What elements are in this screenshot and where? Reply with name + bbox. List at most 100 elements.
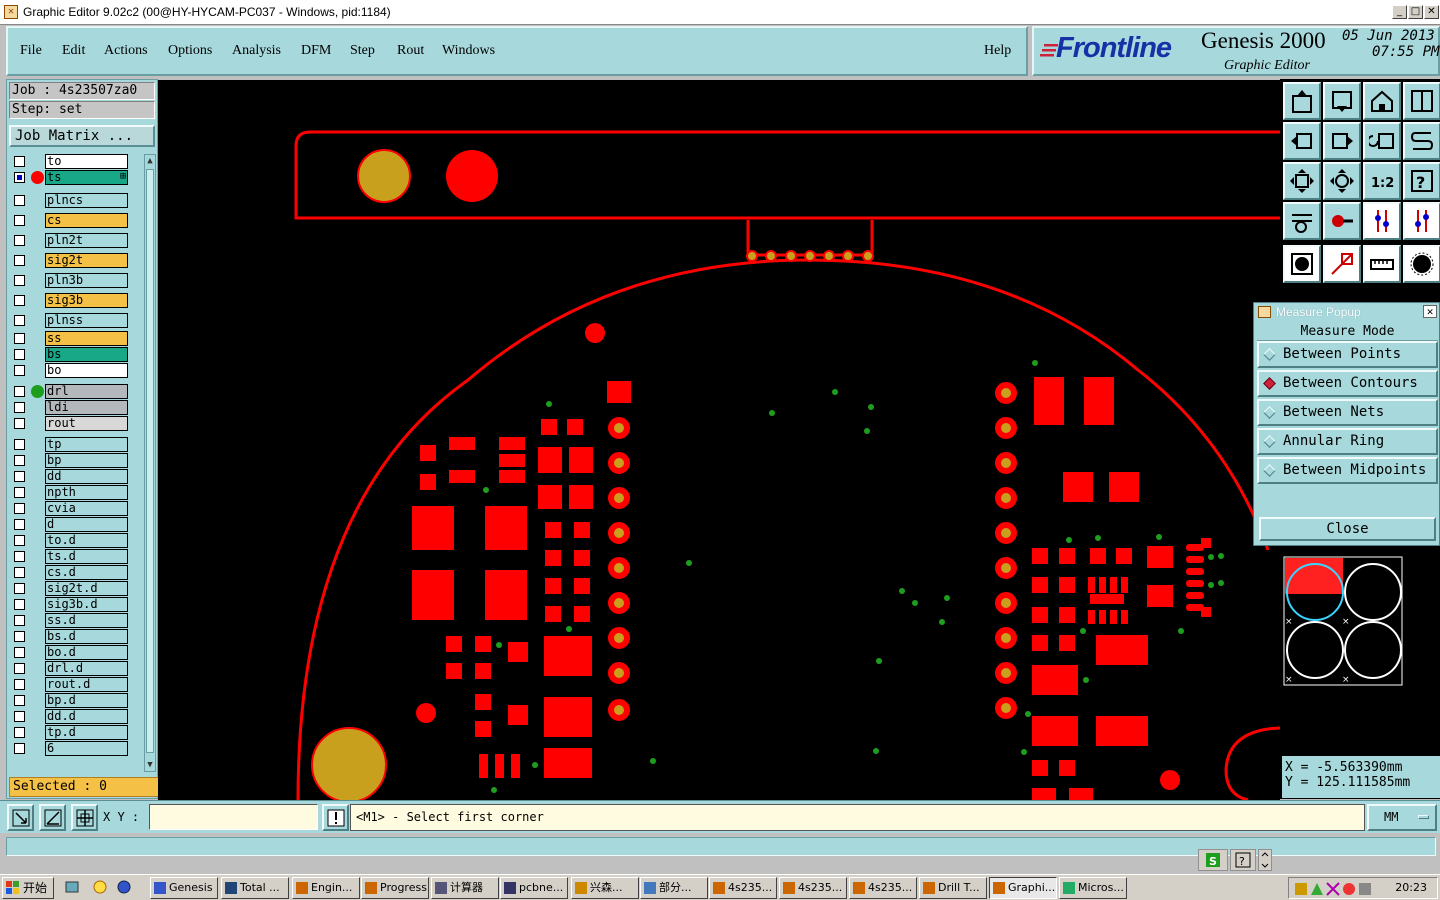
measure-close-button[interactable]: Close	[1259, 517, 1436, 541]
layer-row[interactable]: bo	[9, 363, 143, 378]
feature-select-icon[interactable]	[1403, 245, 1440, 283]
layer-name[interactable]: bs	[45, 347, 128, 362]
layer-checkbox[interactable]	[14, 471, 25, 482]
taskbar-item[interactable]: Engin...	[292, 877, 360, 899]
layer-name[interactable]: ts.d	[45, 549, 128, 564]
layer-name[interactable]: pln3b	[45, 273, 128, 288]
ime-options-icon[interactable]	[1258, 849, 1272, 871]
layer-checkbox[interactable]	[14, 599, 25, 610]
show-desktop-icon[interactable]	[64, 879, 80, 895]
menu-dfm[interactable]: DFM	[301, 43, 331, 59]
units-selector[interactable]: MM	[1367, 804, 1437, 831]
layer-row[interactable]: plncs	[9, 193, 143, 208]
layer-name[interactable]: pln2t	[45, 233, 128, 248]
layer-name[interactable]: 6	[45, 741, 128, 756]
layer-row[interactable]: d	[9, 517, 143, 532]
layer-row[interactable]: to	[9, 154, 143, 169]
option-annular-ring[interactable]: Annular Ring	[1257, 428, 1438, 455]
layer-name[interactable]: dd.d	[45, 709, 128, 724]
display-settings-icon[interactable]	[1283, 202, 1321, 240]
taskbar-item[interactable]: 部分...	[640, 877, 708, 899]
layer-checkbox[interactable]	[14, 315, 25, 326]
option-between-midpoints[interactable]: Between Midpoints	[1257, 457, 1438, 484]
menu-file[interactable]: File	[20, 43, 42, 59]
layer-name[interactable]: plncs	[45, 193, 128, 208]
option-between-nets[interactable]: Between Nets	[1257, 399, 1438, 426]
taskbar-item[interactable]: 4s235...	[709, 877, 777, 899]
taskbar-item[interactable]: Total ...	[221, 877, 289, 899]
pan-right-icon[interactable]	[1323, 122, 1361, 160]
layer-name[interactable]: npth	[45, 485, 128, 500]
layer-name[interactable]: tp.d	[45, 725, 128, 740]
menu-actions[interactable]: Actions	[104, 43, 148, 59]
layer-name[interactable]: drl	[45, 384, 128, 399]
close-window-button[interactable]: ✕	[1424, 5, 1439, 19]
layer-name[interactable]: sig2t	[45, 253, 128, 268]
layer-row[interactable]: drl.d	[9, 661, 143, 676]
layer-checkbox[interactable]	[14, 503, 25, 514]
layer-checkbox[interactable]	[14, 743, 25, 754]
graphic-canvas[interactable]	[158, 80, 1280, 800]
snap-edge-icon[interactable]	[1323, 245, 1361, 283]
layer-name[interactable]: d	[45, 517, 128, 532]
layer-checkbox[interactable]	[14, 439, 25, 450]
layer-name[interactable]: cvia	[45, 501, 128, 516]
maximize-button[interactable]: □	[1408, 5, 1423, 19]
layer-row[interactable]: bp	[9, 453, 143, 468]
layer-connect-icon[interactable]	[1363, 202, 1401, 240]
taskbar-item[interactable]: 4s235...	[779, 877, 847, 899]
layer-checkbox[interactable]	[14, 275, 25, 286]
layer-name[interactable]: dd	[45, 469, 128, 484]
scale-1-2-icon[interactable]: 1:2	[1363, 162, 1401, 200]
layer-checkbox[interactable]	[14, 535, 25, 546]
layer-row[interactable]: drl	[9, 384, 143, 399]
grid-snap-icon[interactable]	[71, 804, 98, 831]
layer-checkbox[interactable]	[14, 663, 25, 674]
layer-row[interactable]: bs.d	[9, 629, 143, 644]
menu-help[interactable]: Help	[984, 43, 1011, 59]
window-layout-icon[interactable]	[1403, 82, 1440, 120]
layer-row[interactable]: tp.d	[9, 725, 143, 740]
alert-icon[interactable]	[322, 804, 349, 831]
layer-name[interactable]: bo.d	[45, 645, 128, 660]
zoom-fit-icon[interactable]	[1283, 162, 1321, 200]
taskbar-item[interactable]: Progress	[361, 877, 429, 899]
layer-checkbox[interactable]	[14, 172, 25, 183]
layer-name[interactable]: plnss	[45, 313, 128, 328]
menu-options[interactable]: Options	[168, 43, 212, 59]
layer-row[interactable]: sig3b.d	[9, 597, 143, 612]
layer-name[interactable]: rout.d	[45, 677, 128, 692]
layer-row[interactable]: sig2t	[9, 253, 143, 268]
option-between-points[interactable]: Between Points	[1257, 341, 1438, 368]
layer-row[interactable]: dd	[9, 469, 143, 484]
layer-row[interactable]: ss.d	[9, 613, 143, 628]
layer-checkbox[interactable]	[14, 215, 25, 226]
layer-row[interactable]: to.d	[9, 533, 143, 548]
layer-checkbox[interactable]	[14, 551, 25, 562]
menu-step[interactable]: Step	[350, 43, 375, 59]
layer-compare-icon[interactable]	[1403, 202, 1440, 240]
pan-left-icon[interactable]	[1283, 122, 1321, 160]
layer-name[interactable]: to.d	[45, 533, 128, 548]
layer-row[interactable]: bo.d	[9, 645, 143, 660]
scroll-down-icon[interactable]: ▼	[145, 759, 155, 771]
minimize-button[interactable]: _	[1392, 5, 1407, 19]
layer-checkbox[interactable]	[14, 487, 25, 498]
layer-name[interactable]: bp.d	[45, 693, 128, 708]
layer-row[interactable]: bs	[9, 347, 143, 362]
layer-checkbox[interactable]	[14, 455, 25, 466]
redraw-icon[interactable]	[1403, 122, 1440, 160]
layer-row[interactable]: sig2t.d	[9, 581, 143, 596]
layer-checkbox[interactable]	[14, 365, 25, 376]
layer-checkbox[interactable]	[14, 195, 25, 206]
option-between-contours[interactable]: Between Contours	[1257, 370, 1438, 397]
save-step-icon[interactable]	[1323, 82, 1361, 120]
layer-name[interactable]: ts	[45, 170, 128, 185]
layer-row[interactable]: ts	[9, 170, 143, 185]
layer-checkbox[interactable]	[14, 519, 25, 530]
layer-row[interactable]: cs	[9, 213, 143, 228]
help-question-icon[interactable]: ?	[1403, 162, 1440, 200]
angle-snap-icon[interactable]	[39, 804, 66, 831]
layer-name[interactable]: to	[45, 154, 128, 169]
browser-icon[interactable]	[116, 879, 132, 895]
